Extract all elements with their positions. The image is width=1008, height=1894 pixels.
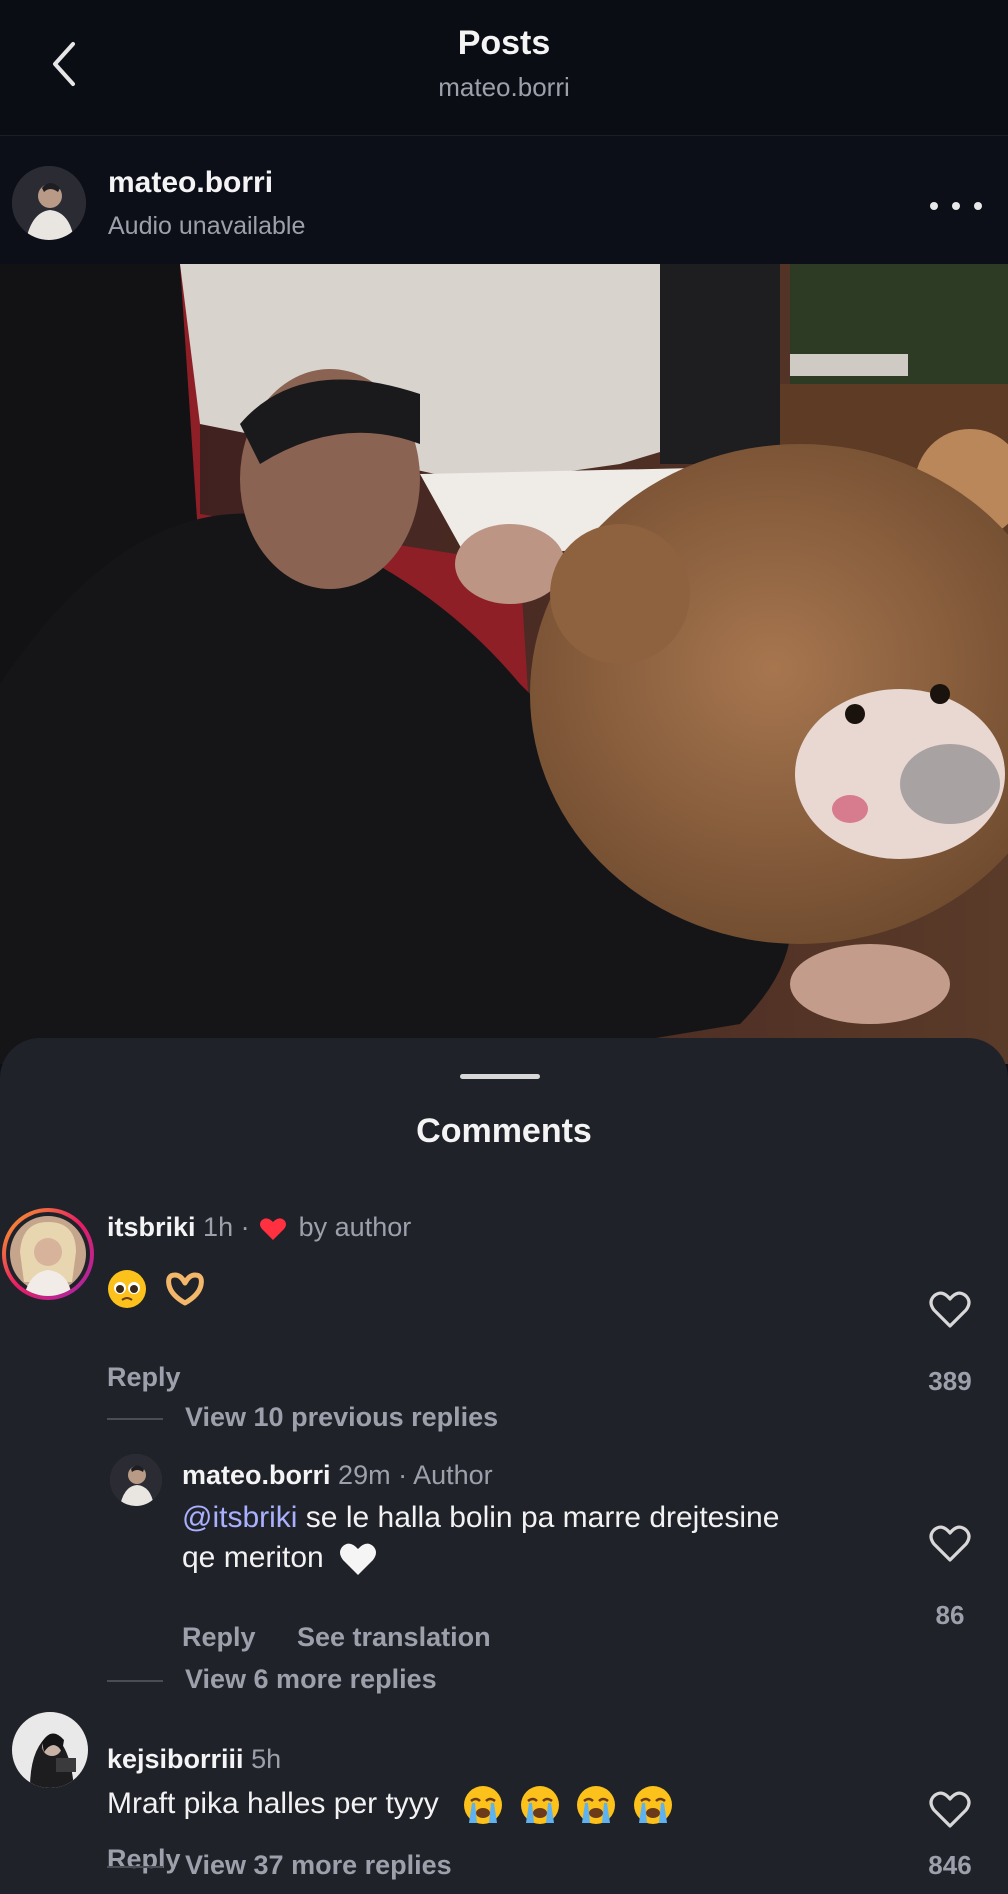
pleading-face-emoji-icon <box>108 1270 146 1309</box>
white-heart-emoji-icon <box>340 1543 377 1576</box>
comment-username[interactable]: kejsiborriii <box>107 1744 244 1774</box>
see-translation-button[interactable]: See translation <box>297 1622 491 1653</box>
view-previous-replies-button[interactable]: View 10 previous replies <box>107 1402 498 1433</box>
top-navigation-bar: Posts mateo.borri <box>0 0 1008 136</box>
view-more-replies-button[interactable]: View 6 more replies <box>107 1664 437 1695</box>
like-count: 846 <box>928 1850 972 1880</box>
comment-time: 29m <box>338 1460 391 1490</box>
heart-outline-icon[interactable] <box>928 1524 972 1564</box>
view-replies-label: View 6 more replies <box>185 1664 437 1694</box>
avatar-photo <box>12 166 86 240</box>
heart-hands-emoji-icon <box>166 1272 205 1306</box>
comment-text: @itsbriki se le halla bolin pa marre dre… <box>182 1498 882 1578</box>
divider-line <box>107 1679 163 1682</box>
heart-outline-icon[interactable] <box>928 1790 972 1830</box>
avatar-photo <box>6 1212 90 1296</box>
heart-outline-icon[interactable] <box>928 1290 972 1330</box>
more-options-button[interactable] <box>930 194 982 218</box>
comment-meta: itsbriki 1h · by author <box>107 1212 411 1243</box>
comment-meta: mateo.borri 29m · Author <box>182 1460 493 1491</box>
comment-time: 5h <box>251 1744 282 1774</box>
comment-username[interactable]: itsbriki <box>107 1212 196 1242</box>
comment-text <box>107 1268 215 1309</box>
comment-text-body: Mraft pika halles per tyyy <box>107 1787 439 1820</box>
view-replies-label: View 10 previous replies <box>185 1402 499 1432</box>
view-replies-label: View 37 more replies <box>185 1850 452 1880</box>
post-video[interactable] <box>0 264 1008 1064</box>
post-author-avatar[interactable] <box>12 166 86 240</box>
heart-filled-icon <box>260 1218 287 1240</box>
audio-status: Audio unavailable <box>108 212 306 240</box>
post-author-username[interactable]: mateo.borri <box>108 166 273 200</box>
liked-by-author-label: by author <box>298 1212 412 1242</box>
video-frame <box>0 264 1008 1064</box>
view-more-replies-button[interactable]: View 37 more replies <box>107 1850 452 1881</box>
meta-separator: · <box>240 1212 250 1242</box>
dot-icon <box>952 202 960 210</box>
comment-text-line1: se le halla bolin pa marre drejtesine <box>297 1501 780 1534</box>
reply-button[interactable]: Reply <box>182 1622 256 1653</box>
avatar-photo <box>110 1454 162 1506</box>
divider-line <box>107 1865 163 1868</box>
comments-sheet: Comments itsbriki 1h · by author Reply 3… <box>0 1038 1008 1894</box>
dot-icon <box>974 202 982 210</box>
loudly-crying-face-emoji-icon <box>464 1786 503 1825</box>
loudly-crying-face-emoji-icon <box>577 1786 616 1825</box>
loudly-crying-face-emoji-icon <box>520 1786 559 1825</box>
author-badge: · Author <box>398 1460 493 1490</box>
like-count: 86 <box>935 1600 965 1630</box>
dot-icon <box>930 202 938 210</box>
commenter-avatar[interactable] <box>12 1712 88 1788</box>
page-title: Posts <box>457 24 551 62</box>
reply-button[interactable]: Reply <box>107 1362 181 1393</box>
commenter-avatar[interactable] <box>110 1454 162 1506</box>
commenter-avatar-story-ring[interactable] <box>2 1208 94 1300</box>
page-subtitle: mateo.borri <box>438 72 570 102</box>
avatar-photo <box>12 1712 88 1788</box>
like-count: 389 <box>928 1366 972 1396</box>
comment-text-line2: qe meriton <box>182 1541 324 1574</box>
mention-link[interactable]: @itsbriki <box>182 1501 297 1534</box>
comment-meta: kejsiborriii 5h <box>107 1744 281 1775</box>
reply-comment-item: mateo.borri 29m · Author @itsbriki se le… <box>0 1454 1008 1684</box>
instagram-post-screen: Posts mateo.borri mateo.borri Audio unav… <box>0 0 1008 1894</box>
divider-line <box>107 1417 163 1420</box>
sheet-drag-handle[interactable] <box>460 1074 540 1079</box>
comment-time: 1h <box>203 1212 234 1242</box>
comment-text: Mraft pika halles per tyyy <box>107 1784 681 1825</box>
post-header: mateo.borri Audio unavailable <box>0 136 1008 264</box>
comments-title: Comments <box>416 1112 592 1150</box>
comment-username[interactable]: mateo.borri <box>182 1460 331 1490</box>
loudly-crying-face-emoji-icon <box>633 1786 672 1825</box>
